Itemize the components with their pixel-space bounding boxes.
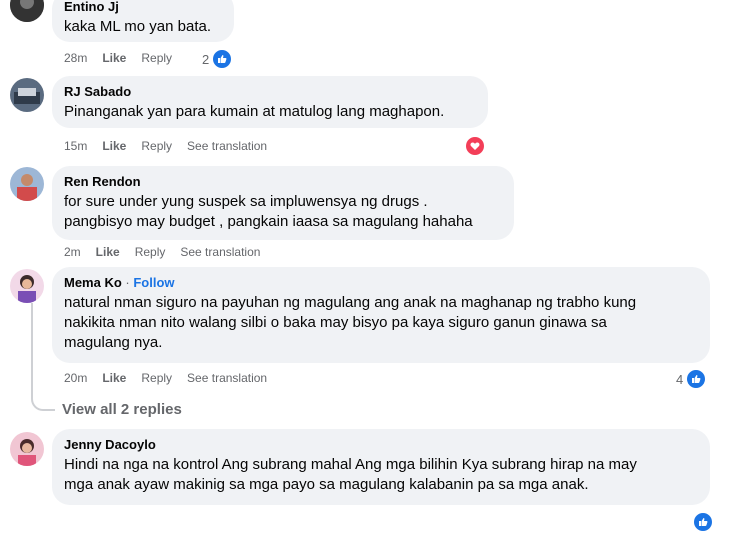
thumbs-up-icon [692, 511, 714, 533]
comment-author-line: Mema Ko · Follow [64, 275, 698, 291]
separator-dot: · [121, 275, 134, 290]
comment-text-line: natural nman siguro na payuhan ng magula… [64, 294, 637, 311]
comment-bubble: Jenny Dacoylo Hindi na nga na kontrol An… [52, 429, 710, 505]
comment-text-line: mga anak ayaw makinig sa mga payo sa mag… [64, 476, 589, 493]
like-button[interactable]: Like [102, 139, 126, 153]
like-button[interactable]: Like [102, 51, 126, 65]
comment-author[interactable]: RJ Sabado [64, 84, 476, 100]
comment-author[interactable]: Ren Rendon [64, 174, 502, 190]
reaction-count: 2 [202, 51, 210, 67]
comment-time[interactable]: 2m [64, 245, 81, 259]
see-translation-link[interactable]: See translation [180, 245, 260, 259]
like-button[interactable]: Like [102, 371, 126, 385]
view-replies-link[interactable]: View all 2 replies [62, 401, 182, 418]
comment-actions: 28m Like Reply [64, 50, 187, 66]
follow-button[interactable]: Follow [133, 275, 174, 290]
comment-text-line: nakikita nman nito walang silbi o baka m… [64, 314, 607, 331]
comment-text-line: pangbisyo may budget , pangkain iaasa sa… [64, 213, 473, 230]
comment-time[interactable]: 20m [64, 371, 87, 385]
reaction-summary[interactable]: 2 [202, 48, 234, 70]
like-button[interactable]: Like [96, 245, 120, 259]
comment-time[interactable]: 28m [64, 51, 87, 65]
avatar[interactable] [10, 167, 44, 201]
see-translation-link[interactable]: See translation [187, 371, 267, 385]
comment-time[interactable]: 15m [64, 139, 87, 153]
reply-button[interactable]: Reply [141, 139, 172, 153]
comment-text-line: for sure under yung suspek sa impluwensy… [64, 193, 428, 210]
comment-actions: 20m Like Reply See translation [64, 370, 282, 386]
heart-icon [464, 135, 486, 157]
comment-author[interactable]: Jenny Dacoylo [64, 437, 698, 453]
reaction-count: 4 [676, 371, 684, 387]
reply-thread-connector [31, 395, 55, 411]
reaction-summary[interactable] [690, 511, 714, 533]
reaction-summary[interactable]: 4 [676, 368, 708, 390]
thumbs-up-icon [685, 368, 708, 390]
comment-author[interactable]: Mema Ko [64, 275, 122, 290]
thumbs-up-icon [211, 48, 234, 70]
comment-bubble: RJ Sabado Pinanganak yan para kumain at … [52, 76, 488, 128]
comment-bubble: Mema Ko · Follow natural nman siguro na … [52, 267, 710, 363]
comment-bubble: Entino Jj kaka ML mo yan bata. [52, 0, 234, 42]
reply-button[interactable]: Reply [141, 51, 172, 65]
comment-text-line: magulang nya. [64, 334, 163, 351]
reaction-summary[interactable] [464, 135, 486, 157]
comment-author[interactable]: Entino Jj [64, 0, 222, 15]
reply-button[interactable]: Reply [141, 371, 172, 385]
comment-text-line: Hindi na nga na kontrol Ang subrang maha… [64, 456, 637, 473]
comment-text: Pinanganak yan para kumain at matulog la… [64, 103, 445, 120]
comment-actions: 15m Like Reply See translation [64, 138, 282, 154]
comment-actions: 2m Like Reply See translation [64, 244, 275, 260]
comment-text: kaka ML mo yan bata. [64, 18, 212, 35]
avatar[interactable] [10, 78, 44, 112]
comment-bubble: Ren Rendon for sure under yung suspek sa… [52, 166, 514, 240]
avatar[interactable] [10, 432, 44, 466]
avatar[interactable] [10, 269, 44, 303]
reply-thread-line [31, 303, 33, 397]
avatar[interactable] [10, 0, 44, 22]
reply-button[interactable]: Reply [135, 245, 166, 259]
see-translation-link[interactable]: See translation [187, 139, 267, 153]
